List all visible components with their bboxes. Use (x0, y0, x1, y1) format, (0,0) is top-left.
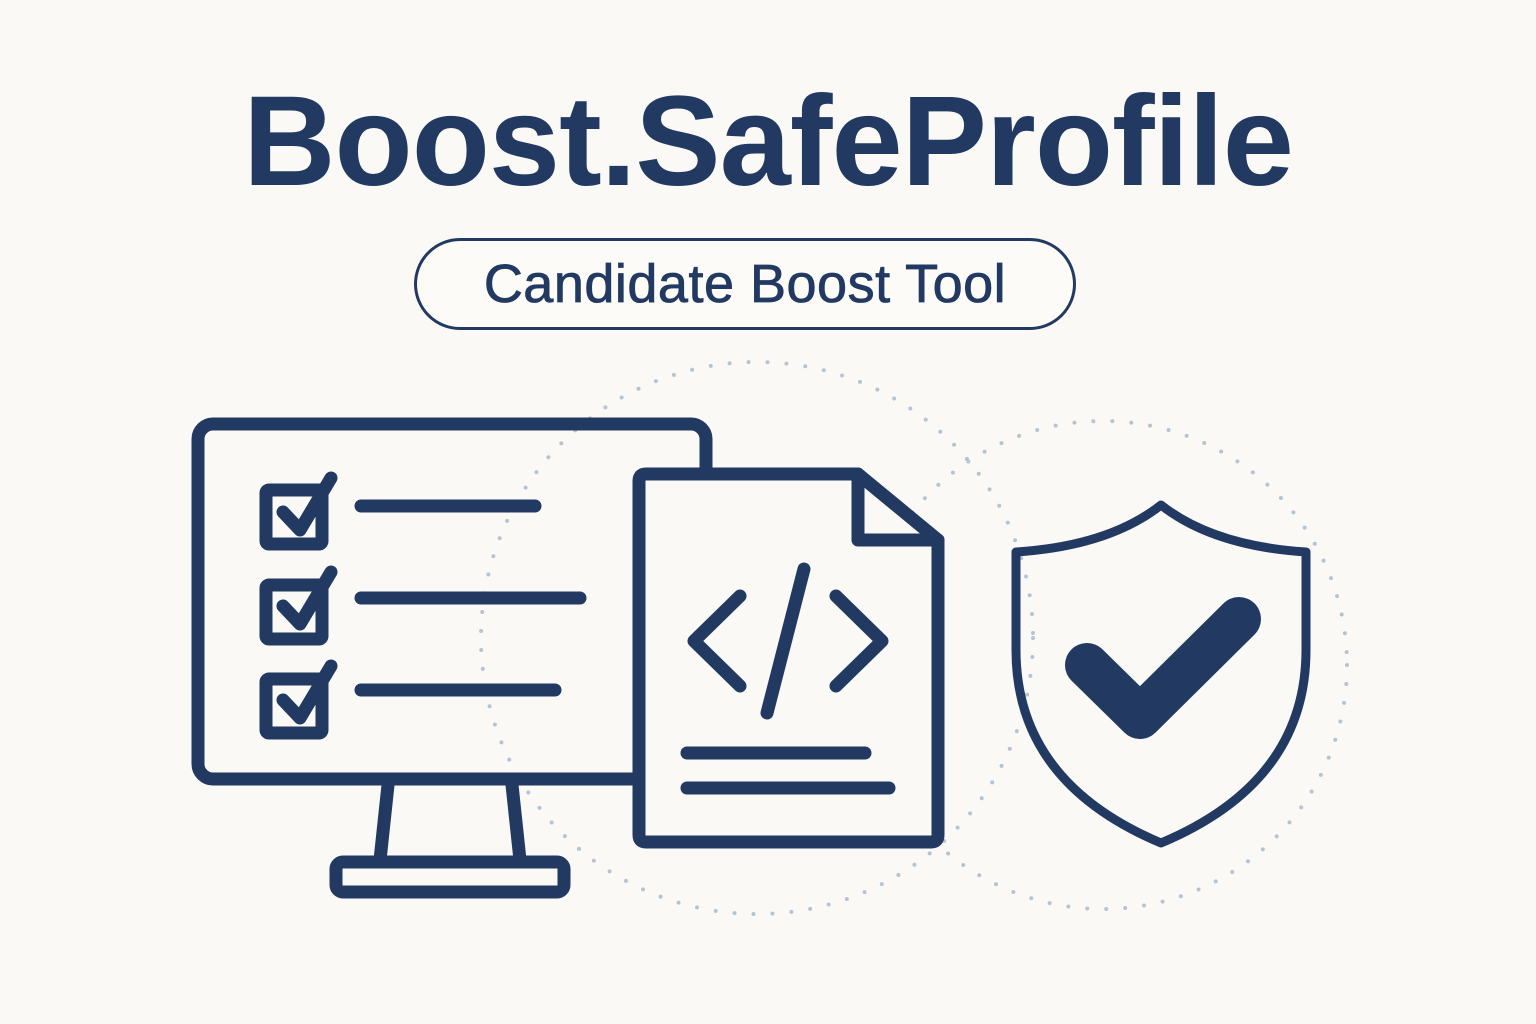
monitor-stand-neck (373, 778, 527, 867)
monitor-stand-base (329, 855, 571, 899)
shield-check-icon (1011, 500, 1311, 848)
checklist-item-2 (259, 565, 587, 646)
checklist-item-1 (259, 471, 542, 551)
checklist-item-3 (259, 659, 562, 740)
code-file-icon (632, 467, 945, 849)
monitor-checklist-icon (191, 417, 713, 899)
page: Boost.SafeProfile Candidate Boost Tool (0, 0, 1536, 1024)
illustration (191, 360, 1349, 916)
shield-checkmark-icon (1065, 597, 1261, 739)
